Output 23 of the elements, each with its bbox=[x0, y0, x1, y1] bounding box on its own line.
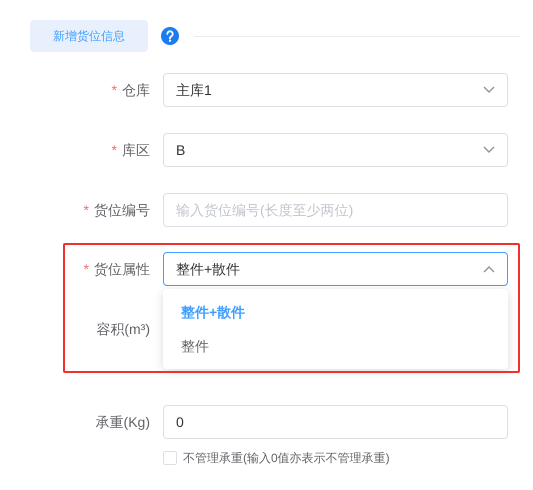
checkbox-label: 不管理承重(输入0值亦表示不管理承重) bbox=[183, 450, 390, 467]
field-label: 库区 bbox=[122, 140, 150, 160]
select-field[interactable]: 主库1 bbox=[163, 73, 508, 107]
input-field[interactable]: 输入货位编号(长度至少两位) bbox=[163, 193, 508, 227]
field-label: 承重(Kg) bbox=[96, 412, 150, 432]
required-mark: * bbox=[84, 260, 89, 278]
select-field[interactable]: 整件+散件 bbox=[163, 252, 508, 286]
field-label: 容积(m³) bbox=[96, 320, 150, 339]
field-label: 货位编号 bbox=[94, 200, 150, 220]
required-mark: * bbox=[112, 140, 117, 160]
field-label: 货位属性 bbox=[94, 260, 150, 278]
chevron-down-icon bbox=[483, 146, 495, 154]
dropdown-option[interactable]: 整件 bbox=[163, 329, 508, 363]
chevron-down-icon bbox=[483, 86, 495, 94]
help-icon[interactable] bbox=[161, 27, 179, 45]
required-mark: * bbox=[112, 80, 117, 100]
checkbox[interactable] bbox=[163, 451, 177, 465]
select-field[interactable]: B bbox=[163, 133, 508, 167]
section-tag: 新增货位信息 bbox=[30, 20, 148, 52]
input-field[interactable]: 0 bbox=[163, 405, 508, 439]
chevron-up-icon bbox=[483, 265, 495, 273]
required-mark: * bbox=[84, 200, 89, 220]
field-label: 仓库 bbox=[122, 80, 150, 100]
